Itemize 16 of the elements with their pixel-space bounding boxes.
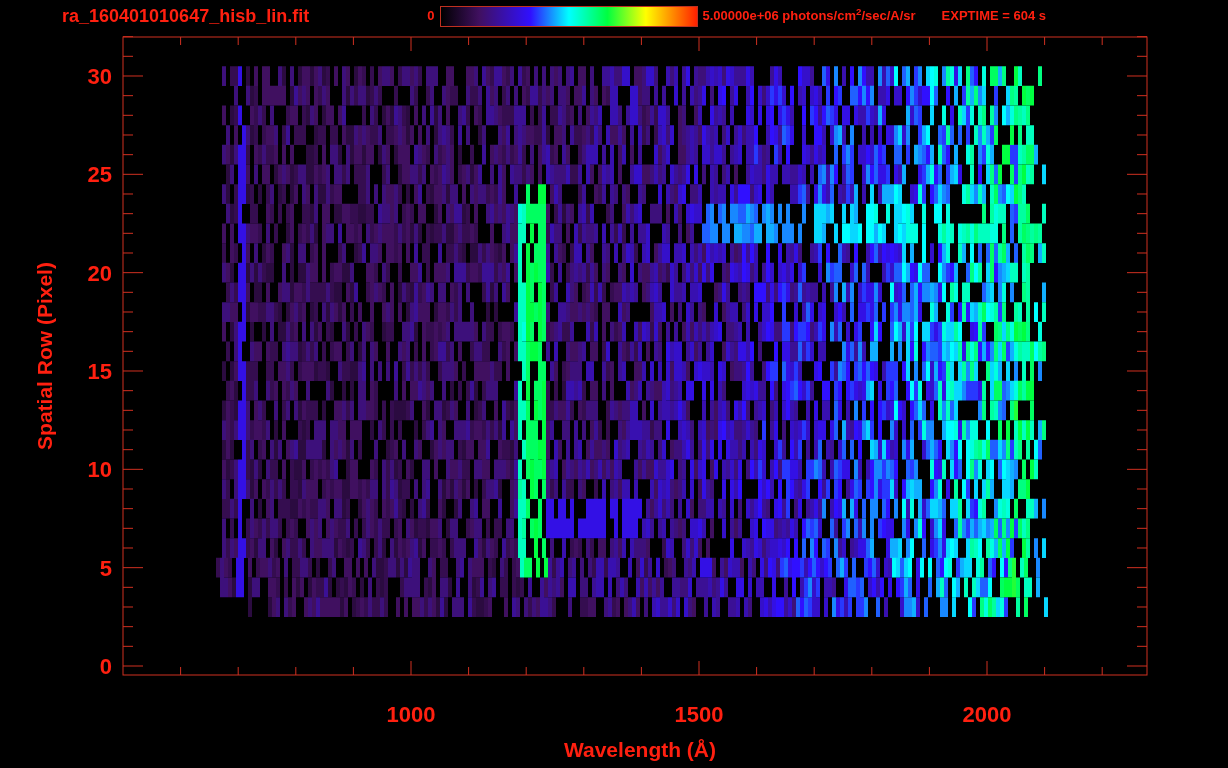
x-axis-title: Wavelength (Å) [563,738,717,761]
y-tick-label: 10 [87,457,112,483]
y-tick-label: 0 [99,654,112,679]
colorbar-min-label: 0 [427,7,435,26]
exposure-time: EXPTIME = 604 s [941,7,1047,26]
y-tick-label: 20 [87,260,112,286]
x-tick-label: 1000 [386,702,436,727]
file-title: ra_160401010647_hisb_lin.fit [62,7,310,25]
y-tick-label: 25 [87,162,112,188]
y-axis-title: Spatial Row (Pixel) [33,262,56,450]
y-tick-label: 5 [99,555,112,581]
x-tick-label: 2000 [962,702,1012,727]
x-tick-label: 1500 [674,702,724,727]
y-tick-label: 15 [87,359,112,384]
y-tick-label: 30 [87,64,112,89]
colorbar-max-label: 5.00000e+06 photons/cm$^{2}$/sec/A/sr [702,6,916,26]
